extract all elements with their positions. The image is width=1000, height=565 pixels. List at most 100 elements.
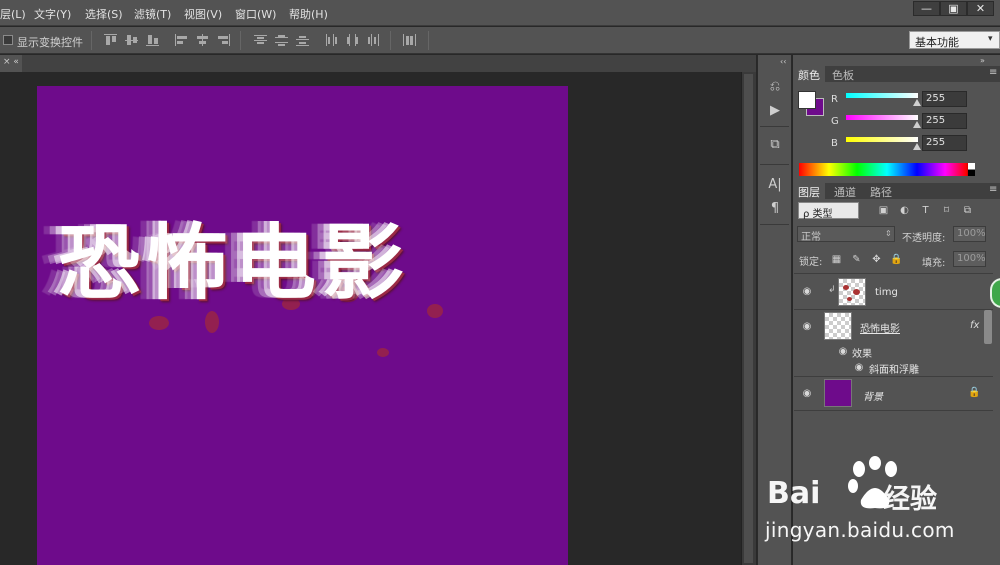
align-bottom-icon[interactable] xyxy=(146,34,159,46)
channel-g-value[interactable]: 255 xyxy=(922,113,967,129)
distribute-left-icon[interactable] xyxy=(325,34,338,46)
panel-expand-icon[interactable]: » xyxy=(980,56,985,65)
slider-thumb[interactable] xyxy=(913,121,921,128)
strip-divider xyxy=(760,224,789,225)
slider-thumb[interactable] xyxy=(913,99,921,106)
collapse-arrows-icon[interactable]: ‹‹ xyxy=(780,57,786,66)
canvas-title-text: 恐怖电影 xyxy=(58,216,411,311)
panel-menu-icon[interactable]: ≡ xyxy=(989,67,997,78)
effect-bevel-emboss[interactable]: 斜面和浮雕 xyxy=(869,361,919,376)
character-icon[interactable]: A| xyxy=(765,176,785,194)
layer-row-background[interactable]: ◉ 背景 🔒 xyxy=(794,377,993,411)
opacity-label: 不透明度: xyxy=(902,233,946,244)
align-top-icon[interactable] xyxy=(104,34,117,46)
minimize-button[interactable]: — xyxy=(913,1,940,16)
channel-g-slider[interactable] xyxy=(846,115,918,120)
layers-panel-tabs: 图层 通道 路径 ≡ xyxy=(793,183,1000,199)
color-panel-tabs: 颜色 色板 ≡ xyxy=(793,66,1000,82)
channel-b-value[interactable]: 255 xyxy=(922,135,967,151)
layer-name[interactable]: timg xyxy=(875,287,898,298)
chevron-down-icon: ▾ xyxy=(988,34,993,44)
effects-label: 效果 xyxy=(852,349,872,360)
filter-type-icon[interactable]: T xyxy=(919,204,932,217)
distribute-right-icon[interactable] xyxy=(367,34,380,46)
lock-transparent-icon[interactable]: ▦ xyxy=(830,253,843,266)
auto-align-icon[interactable] xyxy=(403,34,416,46)
filter-shape-icon[interactable]: ⌑ xyxy=(940,204,953,217)
options-divider xyxy=(91,31,92,50)
channel-r-slider[interactable] xyxy=(846,93,918,98)
layer-name[interactable]: 恐怖电影 xyxy=(860,320,900,335)
align-vcenter-icon[interactable] xyxy=(125,34,138,46)
align-hcenter-icon[interactable] xyxy=(196,34,209,46)
close-button[interactable]: ✕ xyxy=(967,1,994,16)
blend-mode-select[interactable]: 正常 xyxy=(797,226,895,243)
menu-type[interactable]: 文字(Y) xyxy=(34,6,71,22)
lock-icon: 🔒 xyxy=(968,387,981,398)
layer-thumbnail xyxy=(824,379,852,407)
channel-r-label: R xyxy=(831,94,838,105)
paragraph-icon[interactable]: ¶ xyxy=(765,200,785,218)
distribute-hcenter-icon[interactable] xyxy=(346,34,359,46)
foreground-color-swatch[interactable] xyxy=(798,91,816,109)
show-transform-checkbox[interactable] xyxy=(3,35,13,45)
lock-position-icon[interactable]: ✥ xyxy=(870,253,883,266)
workspace-select[interactable]: 基本功能 xyxy=(909,31,1000,49)
filter-smartobject-icon[interactable]: ⧉ xyxy=(961,204,974,217)
opacity-input[interactable]: 100% xyxy=(953,226,986,242)
actions-play-icon[interactable]: ▶ xyxy=(765,102,785,120)
chevron-updown-icon: ⇕ xyxy=(885,229,892,238)
options-divider xyxy=(428,31,429,50)
tab-paths[interactable]: 路径 xyxy=(865,183,897,199)
document-tab-strip xyxy=(0,55,756,72)
eye-icon[interactable]: ◉ xyxy=(800,389,814,399)
tab-color[interactable]: 颜色 xyxy=(793,66,825,82)
layer-filter-kind-select[interactable]: ρ 类型 xyxy=(798,202,859,220)
filter-adjustment-icon[interactable]: ◐ xyxy=(898,204,911,217)
menu-help[interactable]: 帮助(H) xyxy=(289,6,328,22)
eye-icon[interactable]: ◉ xyxy=(852,363,866,373)
lock-all-icon[interactable]: 🔒 xyxy=(890,253,903,266)
layers-scrollbar-thumb[interactable] xyxy=(984,310,992,344)
eye-icon[interactable]: ◉ xyxy=(800,287,814,297)
eye-icon[interactable]: ◉ xyxy=(836,347,850,357)
layer-row-timg[interactable]: ◉ ↲ timg xyxy=(794,275,993,310)
align-left-icon[interactable] xyxy=(175,34,188,46)
strip-divider xyxy=(760,164,789,165)
artboard[interactable] xyxy=(37,86,568,565)
distribute-top-icon[interactable] xyxy=(254,34,267,46)
fill-input[interactable]: 100% xyxy=(953,251,986,267)
distribute-bottom-icon[interactable] xyxy=(296,34,309,46)
properties-icon[interactable]: ⧉ xyxy=(765,136,785,154)
align-right-icon[interactable] xyxy=(217,34,230,46)
filter-pixel-icon[interactable]: ▣ xyxy=(877,204,890,217)
menu-window[interactable]: 窗口(W) xyxy=(235,6,276,22)
menu-filter[interactable]: 滤镜(T) xyxy=(134,6,171,22)
tab-layers[interactable]: 图层 xyxy=(793,183,825,199)
black-white-swatch[interactable] xyxy=(968,163,975,176)
document-tab[interactable]: × « xyxy=(0,55,22,72)
lock-image-icon[interactable]: ✎ xyxy=(850,253,863,266)
options-bar: 显示变换控件 xyxy=(0,27,1000,54)
lock-label: 锁定: xyxy=(799,257,823,268)
history-icon[interactable]: ⎌ xyxy=(765,78,785,96)
eye-icon[interactable]: ◉ xyxy=(800,322,814,332)
tab-swatches[interactable]: 色板 xyxy=(827,66,859,82)
layer-row-text[interactable]: ◉ 恐怖电影 fx ◉ 效果 ◉ 斜面和浮雕 xyxy=(794,310,993,377)
channel-r-value[interactable]: 255 xyxy=(922,91,967,107)
distribute-vcenter-icon[interactable] xyxy=(275,34,288,46)
panel-menu-icon[interactable]: ≡ xyxy=(989,184,997,195)
fill-label: 填充: xyxy=(922,258,946,269)
menu-layer[interactable]: 层(L) xyxy=(0,6,26,22)
fx-badge[interactable]: fx xyxy=(970,320,979,331)
restore-button[interactable]: ▣ xyxy=(940,1,967,16)
options-divider xyxy=(390,31,391,50)
scrollbar-thumb[interactable] xyxy=(744,74,753,563)
menu-view[interactable]: 视图(V) xyxy=(184,6,222,22)
menu-select[interactable]: 选择(S) xyxy=(85,6,123,22)
layer-name[interactable]: 背景 xyxy=(863,388,883,403)
slider-thumb[interactable] xyxy=(913,143,921,150)
tab-channels[interactable]: 通道 xyxy=(829,183,861,199)
color-spectrum-bar[interactable] xyxy=(799,163,975,176)
channel-b-slider[interactable] xyxy=(846,137,918,142)
